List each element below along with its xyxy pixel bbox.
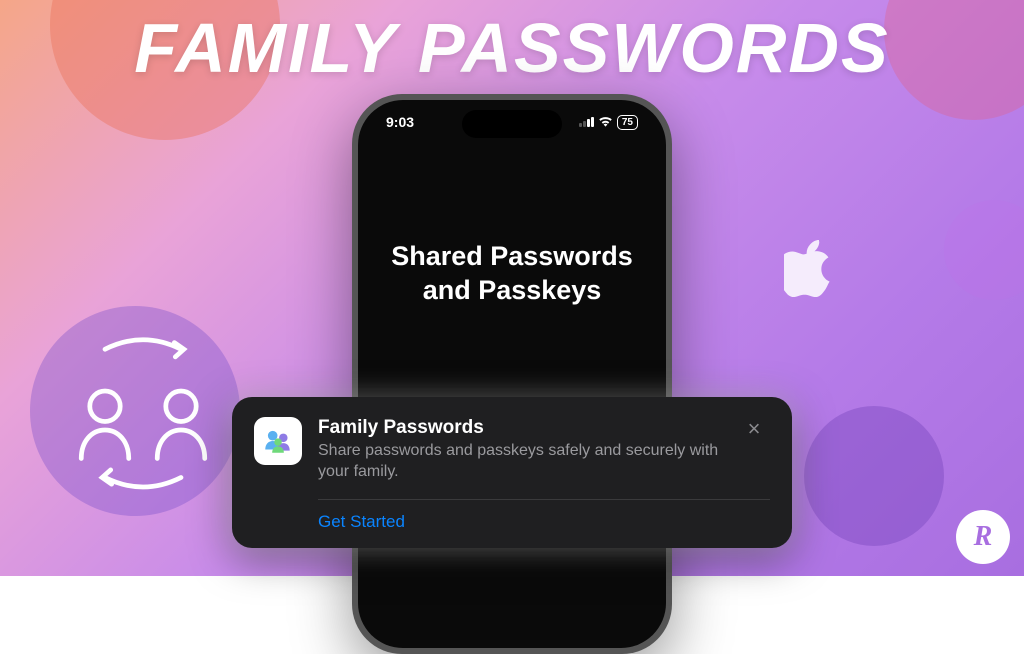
card-title: Family Passwords [318,417,770,439]
brand-logo: R [956,510,1010,564]
decorative-circle [804,406,944,546]
card-description: Share passwords and passkeys safely and … [318,441,770,483]
battery-indicator: 75 [617,115,638,130]
cellular-signal-icon [579,117,594,127]
people-share-icon [48,316,238,506]
get-started-button[interactable]: Get Started [318,512,770,532]
family-passwords-card: Family Passwords Share passwords and pas… [232,397,792,548]
close-button[interactable]: × [742,417,766,441]
phone-frame: 9:03 75 Shared Passwords and Passkeys [352,94,672,654]
wifi-icon [598,115,613,130]
phone-screen: 9:03 75 Shared Passwords and Passkeys [358,100,666,648]
status-indicators: 75 [579,114,638,130]
screen-heading: Shared Passwords and Passkeys [380,240,644,308]
screen-content: Shared Passwords and Passkeys [358,180,666,308]
status-bar: 9:03 75 [358,114,666,130]
banner-title: FAMILY PASSWORDS [0,8,1024,88]
divider [318,499,770,500]
decorative-circle [944,200,1024,300]
status-time: 9:03 [386,114,414,130]
family-people-icon [254,417,302,465]
apple-logo-icon [784,240,834,298]
